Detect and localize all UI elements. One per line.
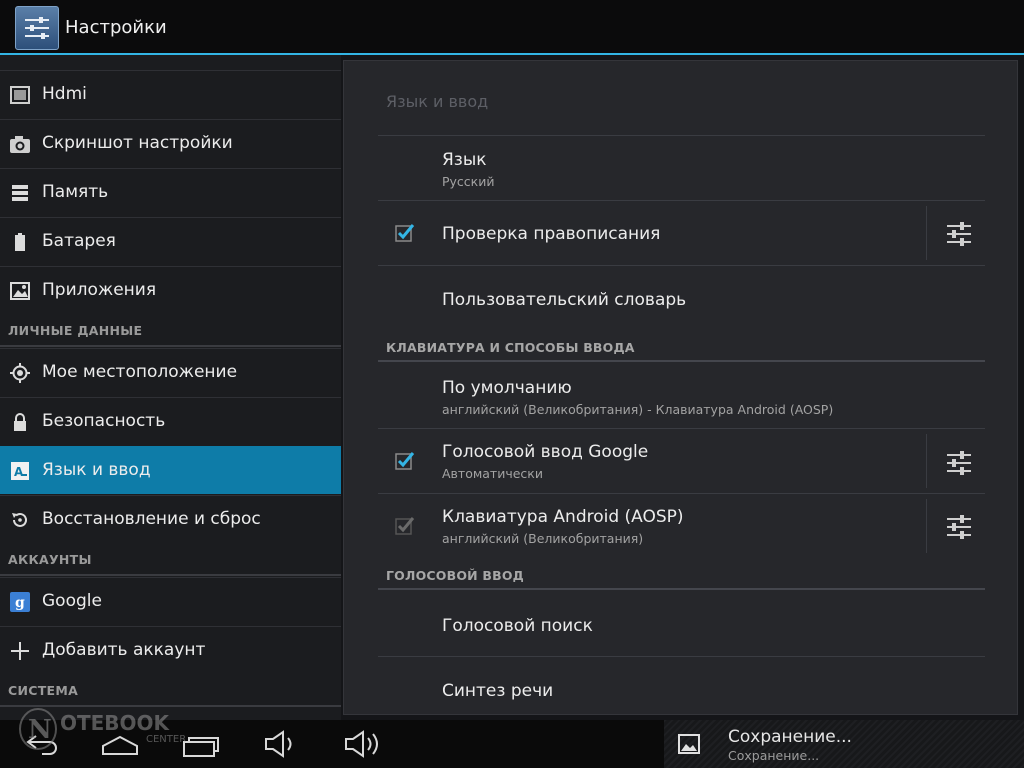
saving-notification[interactable]: Сохранение... Сохранение... [664,720,1024,768]
vertical-divider [926,434,927,488]
panel-title: Язык и ввод [386,92,489,111]
plus-icon [11,642,29,660]
google-voice-label: Голосовой ввод Google [442,442,649,462]
sidebar-item-label: Google [42,591,102,611]
location-icon [10,363,30,383]
settings-sidebar: Hdmi Скриншот настройки Память Батарея П… [0,55,341,720]
sidebar-item-label: Hdmi [42,84,87,104]
action-bar: Настройки [0,0,1024,55]
user-dictionary-item[interactable]: Пользовательский словарь [442,290,686,310]
sidebar-item-storage[interactable]: Память [0,168,341,216]
volume-up-icon[interactable] [342,728,384,760]
notification-subtitle: Сохранение... [728,748,820,763]
divider [378,656,985,657]
sliders-icon [25,17,49,39]
divider [378,493,985,494]
hdmi-icon [10,86,30,104]
language-label: Язык [442,150,487,170]
sidebar-header-personal: ЛИЧНЫЕ ДАННЫЕ [8,323,143,338]
google-voice-checkbox[interactable] [395,451,415,471]
section-divider [378,588,985,590]
sidebar-item-apps[interactable]: Приложения [0,266,341,314]
voice-search-item[interactable]: Голосовой поиск [442,616,593,636]
settings-app-icon[interactable] [15,6,59,50]
sidebar-item-battery[interactable]: Батарея [0,217,341,265]
storage-icon [12,185,28,201]
volume-down-icon[interactable] [262,728,298,760]
svg-text:A: A [14,465,24,479]
language-input-panel: Язык и ввод Язык Русский Проверка правоп… [343,60,1018,715]
language-value: Русский [442,174,495,189]
aosp-keyboard-label: Клавиатура Android (AOSP) [442,507,684,527]
default-keyboard-value: английский (Великобритания) - Клавиатура… [442,402,834,417]
sidebar-item-label: Добавить аккаунт [42,640,206,660]
sidebar-item-label: Приложения [42,280,157,300]
divider [378,265,985,266]
sidebar-item-security[interactable]: Безопасность [0,397,341,445]
divider [378,428,985,429]
sidebar-item-backup-reset[interactable]: Восстановление и сброс [0,495,341,543]
spellcheck-settings-icon[interactable] [945,220,973,248]
sidebar-item-label: Безопасность [42,411,166,431]
page-title: Настройки [65,17,167,38]
svg-text:OTEBOOK: OTEBOOK [60,711,171,735]
sidebar-item-add-account[interactable]: Добавить аккаунт [0,626,341,674]
sidebar-header-rule [0,574,341,576]
default-keyboard-label: По умолчанию [442,378,572,398]
spellcheck-checkbox[interactable] [395,223,415,243]
battery-icon [15,233,25,251]
svg-text:CENTER: CENTER [146,734,186,745]
divider [378,135,985,136]
google-voice-value: Автоматически [442,466,543,481]
sidebar-header-rule [0,345,341,347]
sidebar-item-location[interactable]: Мое местоположение [0,348,341,396]
keyboard-section-header: КЛАВИАТУРА И СПОСОБЫ ВВОДА [386,340,635,355]
sidebar-item-label: Восстановление и сброс [42,509,261,529]
svg-text:g: g [15,595,25,611]
sidebar-item-label: Память [42,182,109,202]
spellcheck-label[interactable]: Проверка правописания [442,224,660,244]
vertical-divider [926,499,927,553]
camera-icon [10,136,30,153]
sidebar-item-label: Скриншот настройки [42,133,233,153]
sidebar-item-language[interactable]: A Язык и ввод [0,446,341,494]
section-divider [378,360,985,362]
aosp-keyboard-checkbox[interactable] [395,516,415,536]
language-icon: A [11,462,29,480]
restore-icon [12,512,27,527]
vertical-divider [926,206,927,260]
lock-icon [14,413,26,431]
voice-section-header: ГОЛОСОВОЙ ВВОД [386,568,524,583]
sidebar-item-label: Язык и ввод [42,460,151,480]
notification-title: Сохранение... [728,727,852,747]
svg-text:N: N [28,715,52,745]
sidebar-header-system: СИСТЕМА [8,683,79,698]
divider [378,200,985,201]
tts-item[interactable]: Синтез речи [442,681,553,701]
sidebar-item-label: Батарея [42,231,116,251]
sidebar-item-screenshot[interactable]: Скриншот настройки [0,119,341,167]
google-voice-settings-icon[interactable] [945,449,973,477]
apps-icon [10,282,30,300]
sidebar-item-google[interactable]: g Google [0,577,341,625]
image-icon [678,734,700,754]
aosp-keyboard-settings-icon[interactable] [945,513,973,541]
aosp-keyboard-value: английский (Великобритания) [442,531,644,546]
sidebar-item-label: Мое местоположение [42,362,238,382]
sidebar-header-accounts: АККАУНТЫ [8,552,92,567]
watermark-logo: N OTEBOOK CENTER [19,708,186,750]
google-icon: g [10,592,30,612]
sidebar-item-hdmi[interactable]: Hdmi [0,70,341,118]
